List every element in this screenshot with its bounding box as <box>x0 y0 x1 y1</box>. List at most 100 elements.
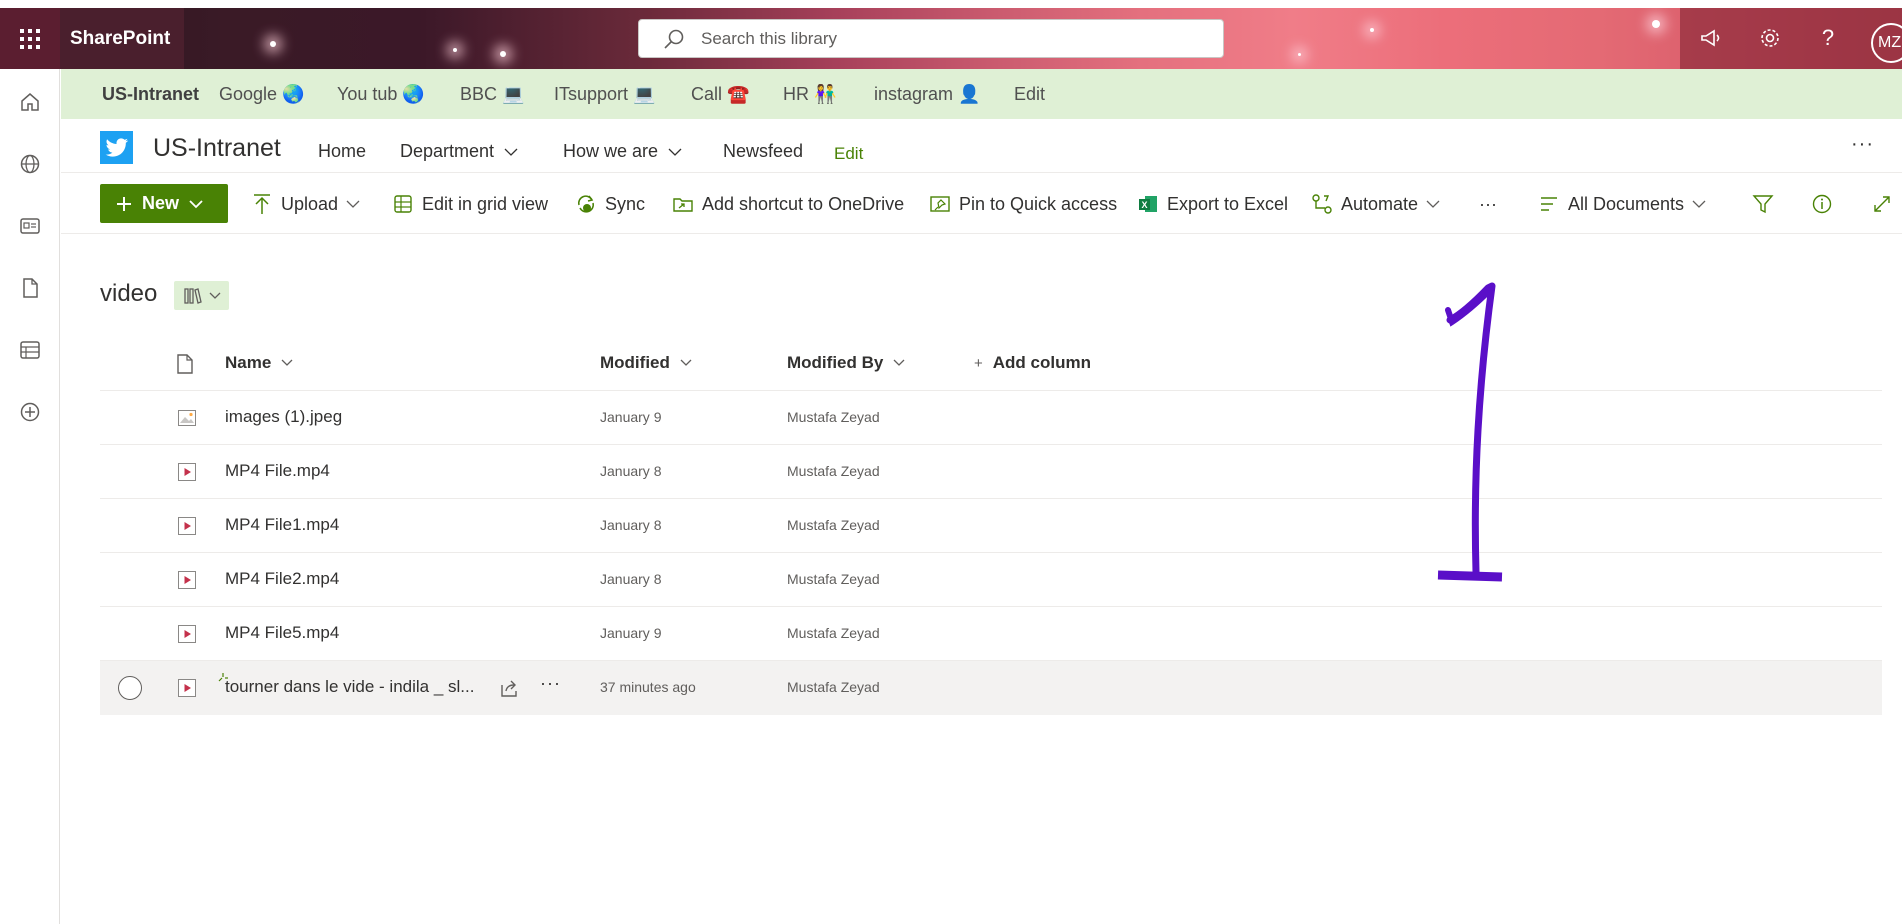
site-title[interactable]: US-Intranet <box>153 134 281 163</box>
share-icon[interactable] <box>498 677 520 699</box>
column-header-label: Name <box>225 353 272 372</box>
filter-icon[interactable] <box>1752 191 1774 217</box>
grid-icon <box>392 193 414 215</box>
chevron-down-icon <box>189 199 203 208</box>
view-switcher-label: All Documents <box>1568 193 1685 214</box>
automate-icon <box>1311 193 1333 215</box>
site-nav-edit[interactable]: Edit <box>834 144 863 164</box>
hub-link-youtube[interactable]: You tub 🌏 <box>337 84 425 105</box>
document-icon[interactable] <box>16 274 44 302</box>
file-name[interactable]: MP4 File.mp4 <box>225 461 330 481</box>
file-name[interactable]: MP4 File1.mp4 <box>225 515 339 535</box>
chevron-down-icon <box>893 359 905 366</box>
column-header-name[interactable]: Name <box>225 353 293 373</box>
site-nav-home[interactable]: Home <box>318 141 366 162</box>
upload-button[interactable]: Upload <box>251 191 360 217</box>
excel-icon: X <box>1137 193 1159 215</box>
new-button-label: New <box>142 193 180 213</box>
settings-gear-icon[interactable] <box>1755 23 1785 53</box>
row-more-actions-icon[interactable]: ··· <box>540 673 561 694</box>
site-nav-newsfeed[interactable]: Newsfeed <box>723 141 803 162</box>
upload-label: Upload <box>281 193 339 214</box>
view-switcher-button[interactable]: All Documents <box>1538 191 1706 217</box>
megaphone-icon[interactable] <box>1696 23 1726 53</box>
sync-button[interactable]: Sync <box>575 191 645 217</box>
chevron-down-icon <box>1692 200 1706 208</box>
file-name[interactable]: images (1).jpeg <box>225 407 342 427</box>
modified-date: 37 minutes ago <box>600 679 696 695</box>
library-view-options-button[interactable] <box>174 281 229 310</box>
table-row[interactable]: MP4 File.mp4 January 8 Mustafa Zeyad <box>100 445 1882 499</box>
hub-link-hr[interactable]: HR 👫 <box>783 84 836 105</box>
table-row[interactable]: tourner dans le vide - indila _ sl... ··… <box>100 661 1882 715</box>
automate-label: Automate <box>1341 193 1419 214</box>
document-list: Name Modified Modified By + Add column i… <box>100 341 1882 715</box>
automate-button[interactable]: Automate <box>1311 191 1440 217</box>
site-nav-label: Newsfeed <box>723 141 804 161</box>
table-row[interactable]: MP4 File2.mp4 January 8 Mustafa Zeyad <box>100 553 1882 607</box>
site-nav-label: Department <box>400 141 495 161</box>
command-bar: New Upload Edit in grid view Sync Add sh… <box>61 174 1902 234</box>
modified-by[interactable]: Mustafa Zeyad <box>787 517 880 533</box>
column-header-modified[interactable]: Modified <box>600 353 692 373</box>
home-icon[interactable] <box>16 88 44 116</box>
plus-icon <box>117 196 131 211</box>
modified-by[interactable]: Mustafa Zeyad <box>787 625 880 641</box>
hub-link-itsupport[interactable]: ITsupport 💻 <box>554 84 655 105</box>
shortcut-icon <box>672 193 694 215</box>
list-icon[interactable] <box>16 336 44 364</box>
help-icon[interactable]: ? <box>1813 23 1843 53</box>
modified-by[interactable]: Mustafa Zeyad <box>787 409 880 425</box>
video-file-icon <box>178 517 196 535</box>
hub-title[interactable]: US-Intranet <box>102 84 199 105</box>
site-nav-label: How we are <box>563 141 659 161</box>
modified-by[interactable]: Mustafa Zeyad <box>787 679 880 695</box>
chevron-down-icon <box>668 148 682 156</box>
column-header-modified-by[interactable]: Modified By <box>787 353 905 373</box>
table-row[interactable]: images (1).jpeg January 9 Mustafa Zeyad <box>100 391 1882 445</box>
pin-quick-access-button[interactable]: Pin to Quick access <box>929 191 1117 217</box>
file-name[interactable]: MP4 File2.mp4 <box>225 569 339 589</box>
hub-link-bbc[interactable]: BBC 💻 <box>460 84 524 105</box>
edit-grid-label: Edit in grid view <box>422 193 549 214</box>
chevron-down-icon <box>209 292 220 299</box>
news-icon[interactable] <box>16 212 44 240</box>
file-type-column-icon[interactable] <box>176 353 194 375</box>
site-header: US-Intranet Home Department How we are N… <box>61 119 1902 173</box>
more-commands-icon[interactable]: ··· <box>1479 191 1497 217</box>
search-box[interactable]: Search this library <box>638 19 1224 58</box>
file-name[interactable]: MP4 File5.mp4 <box>225 623 339 643</box>
app-name[interactable]: SharePoint <box>60 8 184 69</box>
modified-date: January 9 <box>600 409 662 425</box>
upload-icon <box>251 193 273 215</box>
hub-link-instagram[interactable]: instagram 👤 <box>874 84 980 105</box>
table-row[interactable]: MP4 File1.mp4 January 8 Mustafa Zeyad <box>100 499 1882 553</box>
svg-text:X: X <box>1142 200 1148 210</box>
site-nav-how-we-are[interactable]: How we are <box>563 141 682 162</box>
video-file-icon <box>178 679 196 697</box>
add-circle-icon[interactable] <box>16 398 44 426</box>
new-button[interactable]: New <box>100 184 228 223</box>
modified-by[interactable]: Mustafa Zeyad <box>787 571 880 587</box>
expand-icon[interactable] <box>1871 191 1893 217</box>
add-column-button[interactable]: + Add column <box>974 353 1091 373</box>
row-select-checkbox[interactable] <box>118 676 142 700</box>
site-more-icon[interactable]: ··· <box>1851 133 1874 156</box>
globe-icon[interactable] <box>16 150 44 178</box>
site-logo[interactable] <box>100 131 133 164</box>
app-launcher-button[interactable] <box>0 8 60 69</box>
site-nav-department[interactable]: Department <box>400 141 518 162</box>
hub-link-call[interactable]: Call ☎️ <box>691 84 749 105</box>
hub-edit-link[interactable]: Edit <box>1014 84 1045 105</box>
modified-by[interactable]: Mustafa Zeyad <box>787 463 880 479</box>
video-file-icon <box>178 625 196 643</box>
hub-link-google[interactable]: Google 🌏 <box>219 84 304 105</box>
export-excel-button[interactable]: X Export to Excel <box>1137 191 1288 217</box>
hub-navigation: US-Intranet Google 🌏 You tub 🌏 BBC 💻 ITs… <box>61 69 1902 119</box>
add-shortcut-button[interactable]: Add shortcut to OneDrive <box>672 191 904 217</box>
info-icon[interactable] <box>1811 191 1833 217</box>
column-header-label: Modified By <box>787 353 884 372</box>
edit-grid-view-button[interactable]: Edit in grid view <box>392 191 548 217</box>
table-row[interactable]: MP4 File5.mp4 January 9 Mustafa Zeyad <box>100 607 1882 661</box>
file-name[interactable]: tourner dans le vide - indila _ sl... <box>225 677 474 697</box>
